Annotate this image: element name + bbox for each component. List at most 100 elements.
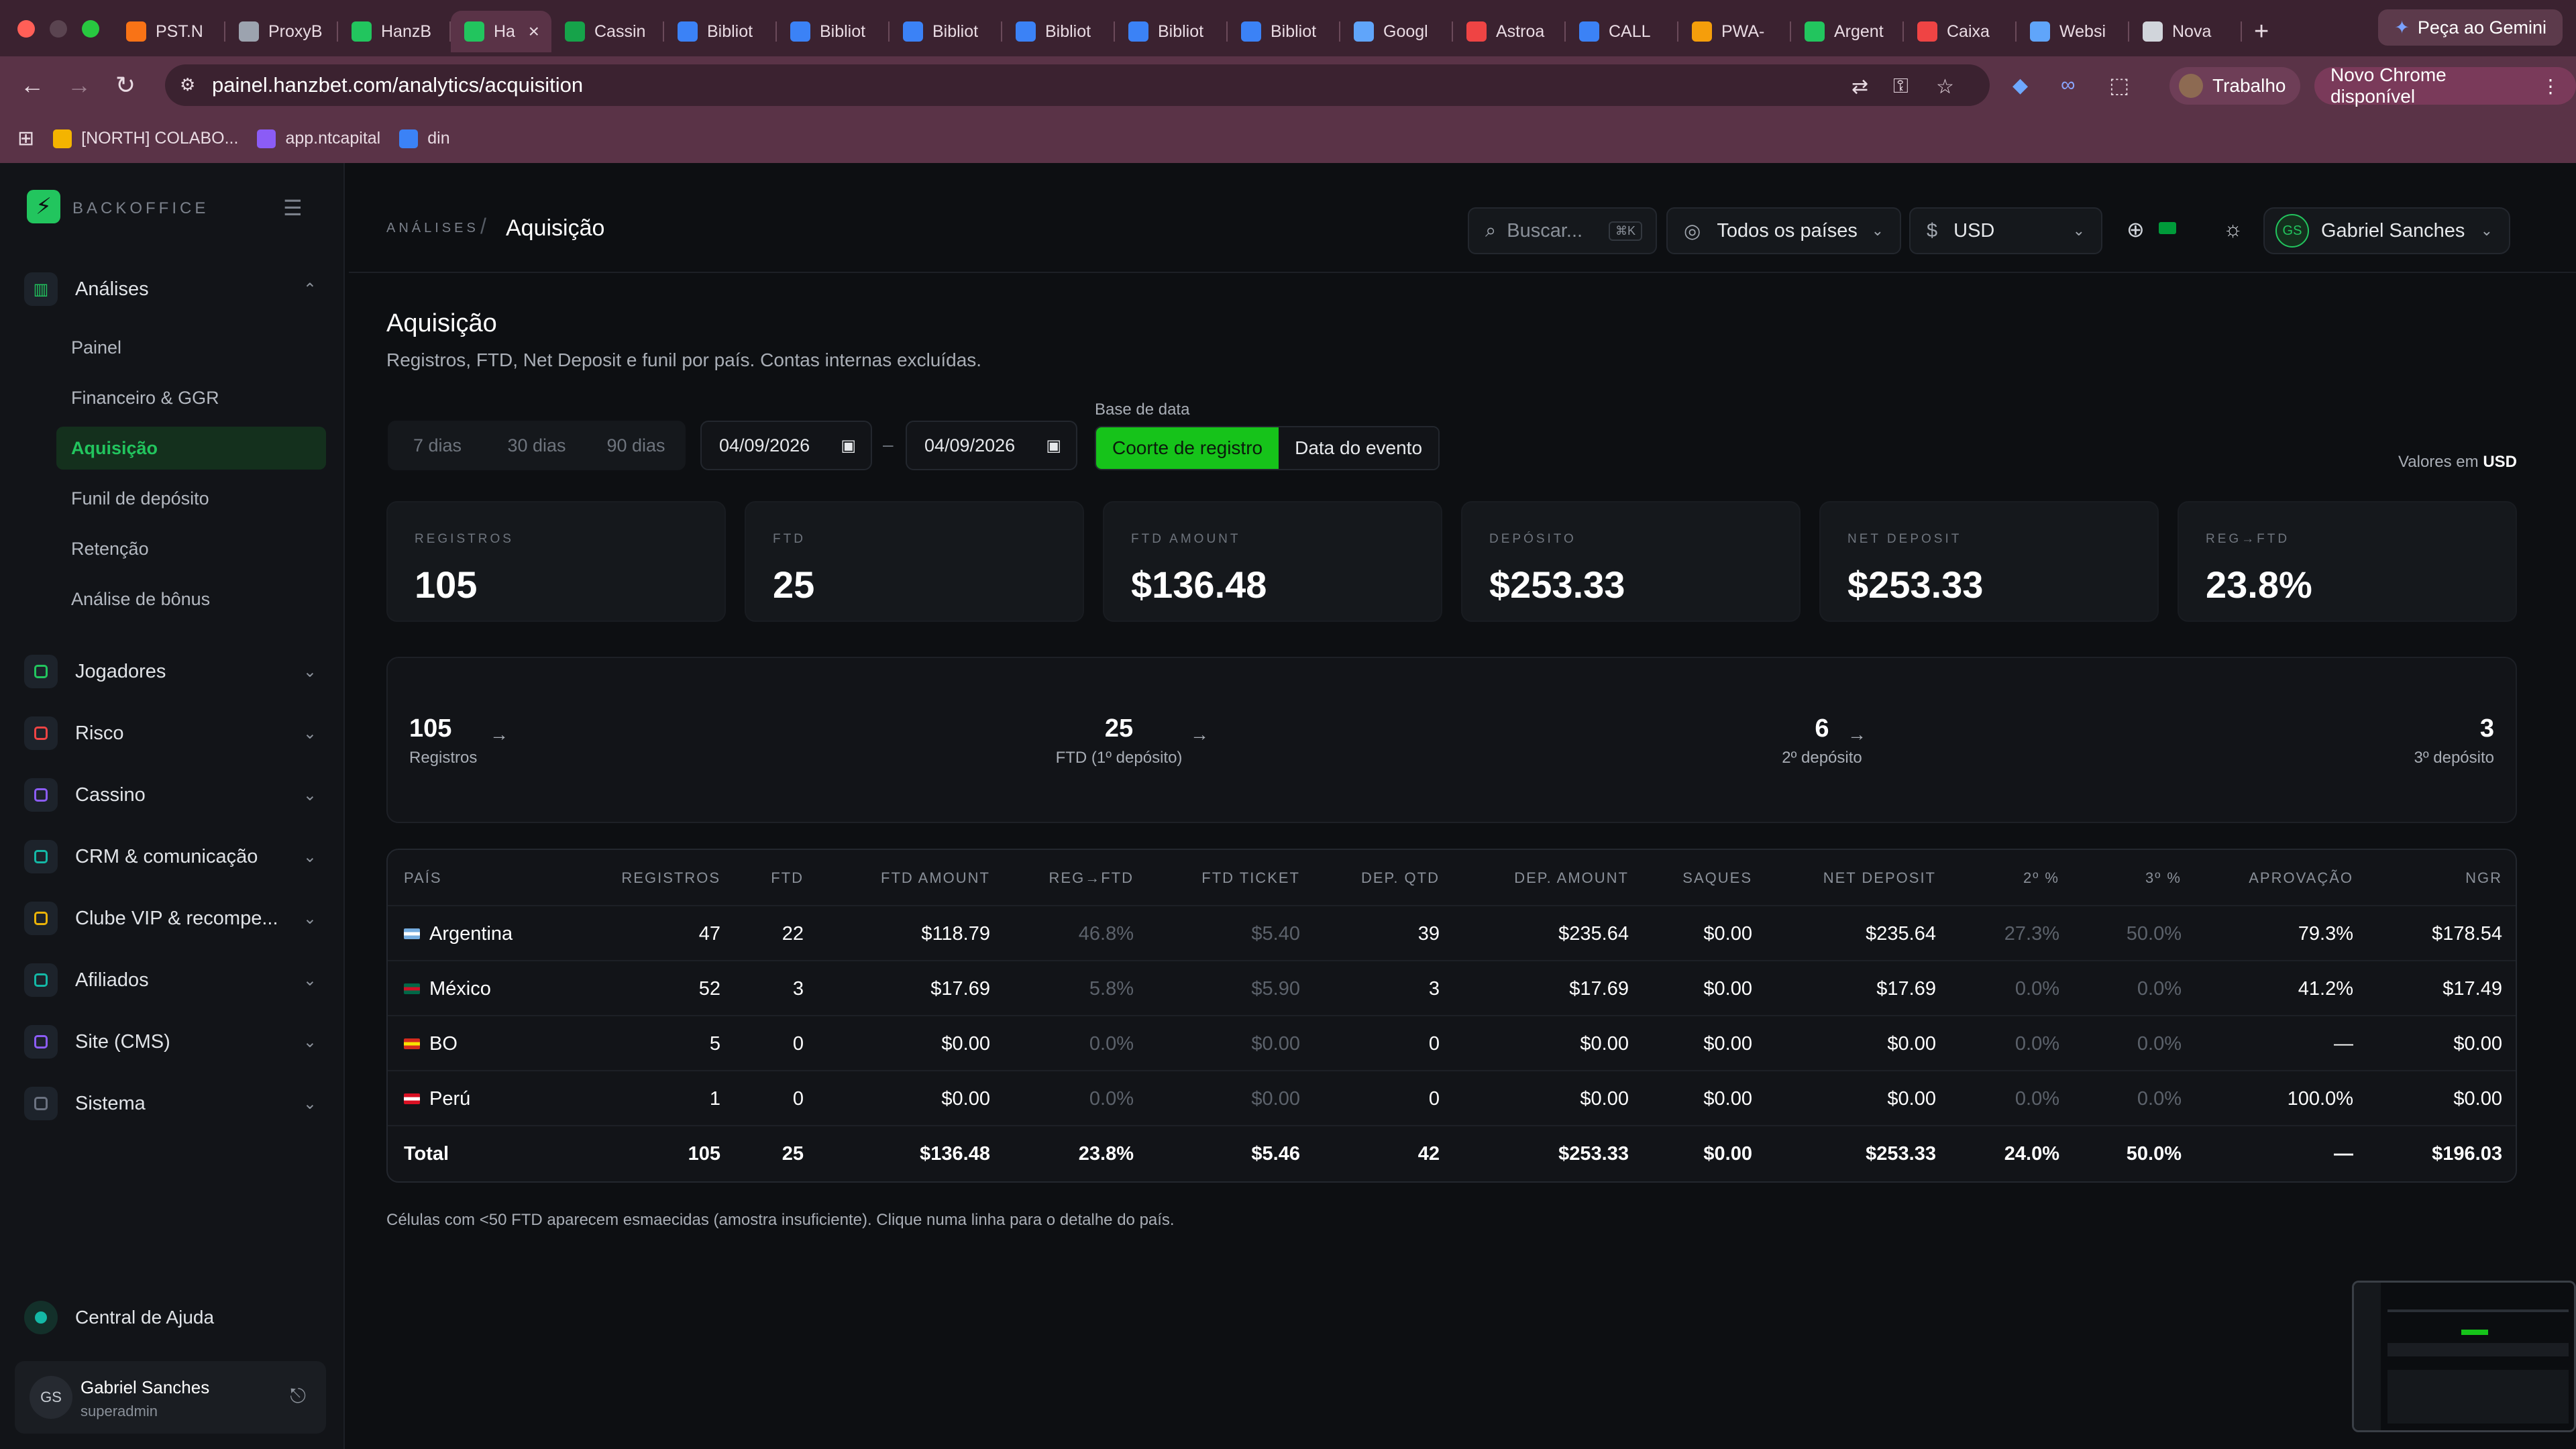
- table-row[interactable]: México 52 3 $17.69 5.8% $5.90 3 $17.69 $0.00 $17.…: [388, 961, 2516, 1016]
- kpi-label: REG→FTD: [2206, 532, 2290, 546]
- language-globe-icon[interactable]: ⊕: [2127, 217, 2145, 242]
- browser-tab[interactable]: ProxyB: [225, 11, 338, 52]
- profile-chip[interactable]: Trabalho: [2169, 67, 2301, 105]
- browser-tab[interactable]: Astroa: [1453, 11, 1566, 52]
- cell-value: 50.0%: [2126, 922, 2182, 945]
- country-filter[interactable]: ◎ Todos os países ⌄: [1666, 207, 1901, 254]
- extensions-puzzle-icon[interactable]: ⬚: [2109, 72, 2129, 98]
- nav-group-risco[interactable]: Risco ⌄: [24, 712, 326, 755]
- meta-icon: [790, 21, 810, 42]
- reload-icon[interactable]: ↻: [115, 71, 136, 99]
- logout-icon[interactable]: ⎋: [290, 1385, 306, 1408]
- funnel-label: Registros: [409, 749, 478, 767]
- browser-tab[interactable]: Bibliot: [890, 11, 1002, 52]
- sidebar-item-aquisicao[interactable]: Aquisição: [56, 427, 326, 470]
- forward-icon[interactable]: →: [67, 71, 91, 99]
- browser-tab[interactable]: PST.N: [113, 11, 225, 52]
- nav-group-jogadores[interactable]: Jogadores ⌄: [24, 650, 326, 693]
- browser-tab[interactable]: Bibliot: [1115, 11, 1228, 52]
- browser-tab[interactable]: Bibliot: [1002, 11, 1115, 52]
- browser-tab[interactable]: Websi: [2017, 11, 2129, 52]
- site-info-icon[interactable]: ⚙: [180, 74, 201, 96]
- minimize-window-icon[interactable]: [50, 20, 67, 38]
- range-7-days[interactable]: 7 dias: [388, 435, 487, 456]
- table-cell: 27.3%: [2004, 906, 2059, 961]
- address-bar[interactable]: ⚙ painel.hanzbet.com/analytics/acquisiti…: [165, 64, 1990, 106]
- browser-tab[interactable]: Bibliot: [664, 11, 777, 52]
- sidebar-item-funil-de-deposito[interactable]: Funil de depósito: [56, 477, 326, 520]
- nav-group-crm-comunicacao[interactable]: CRM & comunicação ⌄: [24, 835, 326, 878]
- chevron-down-icon: ⌄: [303, 1094, 317, 1113]
- user-card[interactable]: GS Gabriel Sanches superadmin ⎋: [15, 1361, 326, 1434]
- browser-tab[interactable]: Caixa: [1904, 11, 2017, 52]
- table-row[interactable]: Argentina 47 22 $118.79 46.8% $5.40 39 $235.64 $…: [388, 906, 2516, 961]
- help-center-link[interactable]: Central de Ajuda: [24, 1301, 214, 1334]
- nav-group-afiliados[interactable]: Afiliados ⌄: [24, 959, 326, 1002]
- search-shortcut: ⌘K: [1608, 221, 1642, 241]
- cohort-button[interactable]: Coorte de registro: [1096, 427, 1279, 469]
- meta-icon: [1241, 21, 1261, 42]
- browser-tab[interactable]: Ha ×: [451, 11, 551, 52]
- arrow-right-icon: →: [1847, 724, 1866, 745]
- nav-group-cassino[interactable]: Cassino ⌄: [24, 773, 326, 816]
- browser-tab[interactable]: Bibliot: [1228, 11, 1340, 52]
- extension-tag-icon[interactable]: ◆: [2012, 74, 2028, 97]
- range-30-days[interactable]: 30 dias: [487, 435, 586, 456]
- user-role: superadmin: [80, 1403, 158, 1419]
- nav-group-analises[interactable]: ▥ Análises ⌃: [24, 268, 326, 311]
- nav-group-clube-vip-recompe[interactable]: Clube VIP & recompe... ⌄: [24, 897, 326, 940]
- table-row[interactable]: BO 5 0 $0.00 0.0% $0.00 0 $0.00 $0.00 $0.00 0.0% 0.…: [388, 1016, 2516, 1071]
- nav-group-sistema[interactable]: Sistema ⌄: [24, 1082, 326, 1125]
- chrome-update-button[interactable]: Novo Chrome disponível ⋮: [2314, 64, 2576, 107]
- cell-value: 0.0%: [1089, 1032, 1134, 1055]
- sidebar-item-analise-de-bonus[interactable]: Análise de bônus: [56, 578, 326, 621]
- nav-group-site-cms[interactable]: Site (CMS) ⌄: [24, 1020, 326, 1063]
- maximize-window-icon[interactable]: [82, 20, 99, 38]
- sidebar-item-financeiro-ggr[interactable]: Financeiro & GGR: [56, 376, 326, 419]
- currency-select[interactable]: $ USD ⌄: [1909, 207, 2102, 254]
- search-input[interactable]: ⌕ Buscar... ⌘K: [1468, 207, 1657, 254]
- browser-tab[interactable]: Googl: [1340, 11, 1453, 52]
- browser-tab[interactable]: Cassin: [551, 11, 664, 52]
- event-date-button[interactable]: Data do evento: [1279, 427, 1439, 469]
- range-90-days[interactable]: 90 dias: [586, 435, 686, 456]
- browser-tab[interactable]: CALL: [1566, 11, 1678, 52]
- date-from-input[interactable]: 04/09/2026 ▣: [700, 421, 872, 470]
- bookmarks-bar: ⊞ [NORTH] COLABO... app.ntcapital din: [0, 114, 2576, 163]
- extension-meta-icon[interactable]: ∞: [2061, 74, 2075, 97]
- browser-tab[interactable]: Argent: [1791, 11, 1904, 52]
- cell-value: 0: [792, 1032, 804, 1055]
- password-key-icon[interactable]: ⚿: [1893, 75, 1909, 98]
- date-to-input[interactable]: 04/09/2026 ▣: [906, 421, 1077, 470]
- gemini-button[interactable]: ✦ Peça ao Gemini: [2378, 9, 2563, 46]
- theme-toggle-icon[interactable]: ☼: [2223, 217, 2243, 241]
- translate-icon[interactable]: ⇄: [1851, 75, 1868, 99]
- column-header-label: DEP. AMOUNT: [1514, 869, 1629, 886]
- screen-thumbnail[interactable]: [2352, 1281, 2576, 1432]
- cell-value: $118.79: [921, 922, 990, 945]
- browser-tab[interactable]: HanzB: [338, 11, 451, 52]
- calendar-icon[interactable]: ▣: [1046, 436, 1061, 455]
- collapse-menu-icon[interactable]: ☰: [283, 195, 303, 221]
- browser-tab[interactable]: Bibliot: [777, 11, 890, 52]
- back-icon[interactable]: ←: [20, 71, 44, 99]
- bookmark-item[interactable]: [NORTH] COLABO...: [53, 129, 238, 148]
- table-cell: 0.0%: [2015, 1071, 2059, 1126]
- bookmark-star-icon[interactable]: ☆: [1936, 75, 1954, 99]
- apps-grid-icon[interactable]: ⊞: [17, 127, 34, 150]
- sidebar-item-painel[interactable]: Painel: [56, 326, 326, 369]
- bookmark-item[interactable]: din: [399, 129, 450, 148]
- new-tab-icon[interactable]: +: [2254, 17, 2269, 46]
- browser-tab[interactable]: PWA-: [1678, 11, 1791, 52]
- breadcrumb-parent[interactable]: ANÁLISES: [386, 221, 479, 236]
- calendar-icon[interactable]: ▣: [841, 436, 856, 455]
- page-subtitle: Registros, FTD, Net Deposit e funil por …: [386, 350, 982, 370]
- close-window-icon[interactable]: [17, 20, 35, 38]
- user-menu[interactable]: GS Gabriel Sanches ⌄: [2263, 207, 2510, 254]
- browser-tab[interactable]: Nova: [2129, 11, 2242, 52]
- cell-value: $0.00: [1703, 977, 1752, 1000]
- close-tab-icon[interactable]: ×: [529, 21, 539, 42]
- bookmark-item[interactable]: app.ntcapital: [257, 129, 380, 148]
- sidebar-item-retencao[interactable]: Retenção: [56, 527, 326, 570]
- table-row[interactable]: Perú 1 0 $0.00 0.0% $0.00 0 $0.00 $0.00 $0.00 0.0%…: [388, 1071, 2516, 1126]
